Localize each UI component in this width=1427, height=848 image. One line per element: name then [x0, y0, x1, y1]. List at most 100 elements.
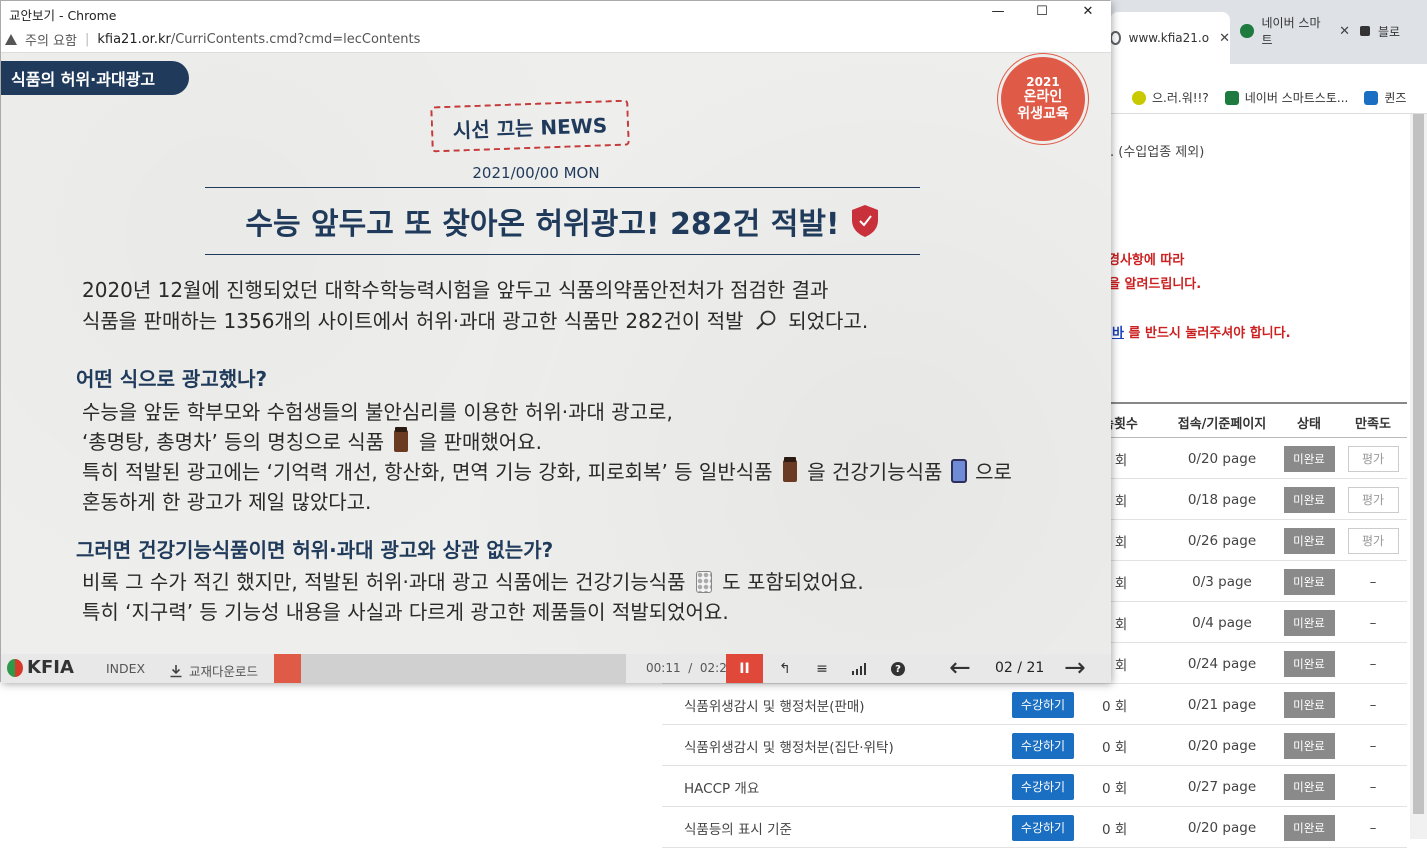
page-scrollbar[interactable]: [1410, 114, 1427, 839]
bookmark-icon: [1364, 90, 1379, 105]
close-icon[interactable]: ✕: [1219, 31, 1230, 46]
help-icon[interactable]: ?: [887, 658, 909, 680]
bookmark-item[interactable]: 퀸즈: [1364, 89, 1406, 106]
bookmark-icon: [1132, 90, 1146, 105]
food-bottle-icon: [394, 427, 409, 452]
answer-text: ‘총명탕, 총명차’ 등의 명칭으로 식품: [82, 430, 385, 454]
progress-bar[interactable]: [274, 654, 626, 683]
bookmark-item[interactable]: 네이버 스마트스토...: [1224, 89, 1348, 106]
replay-icon[interactable]: ↰: [774, 658, 796, 680]
notice-link[interactable]: 바: [1112, 326, 1124, 341]
bookmark-item[interactable]: 으.러.워!!?: [1132, 89, 1209, 106]
answer-paragraph: 비록 그 수가 적긴 했지만, 적발된 허위·과대 광고 식품에는 건강기능식품…: [82, 567, 864, 627]
answer-text: 특히 적발된 광고에는 ‘기억력 개선, 항산화, 면역 기능 강화, 피로회복…: [82, 460, 773, 484]
download-button[interactable]: 교재다운로드: [169, 661, 258, 680]
intro-text: 식품을 판매하는 1356개의 사이트에서 허위·과대 광고한 식품만 282건…: [82, 309, 744, 333]
news-date: 2021/00/00 MON: [472, 164, 600, 182]
pause-button[interactable]: II: [726, 654, 763, 683]
minimize-button[interactable]: —: [975, 1, 1021, 21]
kfia-mark-icon: [7, 658, 23, 677]
magnifier-icon: [756, 310, 776, 330]
state-cell: 미완료: [1277, 561, 1341, 602]
satisfaction-empty: –: [1369, 819, 1377, 836]
evaluate-button[interactable]: 평가: [1347, 527, 1399, 554]
study-button[interactable]: 수강하기: [1012, 773, 1074, 800]
status-badge: 미완료: [1283, 527, 1335, 554]
answer-text: 도 포함되었어요.: [722, 570, 864, 594]
pill-pack-icon: [695, 571, 712, 593]
next-page-arrow-icon[interactable]: →: [1064, 655, 1086, 681]
state-cell: 미완료: [1277, 479, 1341, 520]
state-cell: 미완료: [1277, 766, 1341, 807]
intro-line: 2020년 12월에 진행되었던 대학수학능력시험을 앞두고 식품의약품안전처가…: [82, 278, 829, 302]
answer-text: 을 판매했어요.: [418, 430, 542, 454]
tab-naver-smart[interactable]: 네이버 스마트 ✕: [1240, 12, 1350, 50]
time-display: 00:11 / 02:24: [646, 661, 735, 675]
tab-blog[interactable]: 블로: [1360, 12, 1427, 50]
satisfaction-cell: –: [1342, 643, 1404, 684]
divider: [205, 254, 920, 255]
study-button[interactable]: 수강하기: [1012, 691, 1074, 718]
blog-icon: [1360, 26, 1370, 36]
satisfaction-empty: –: [1369, 573, 1377, 590]
badge-year: 2021: [1026, 75, 1060, 89]
study-button-cell: 수강하기: [1012, 684, 1074, 725]
page-progress: 0/4 page: [1192, 614, 1252, 631]
address-bar[interactable]: 주의 요함 | kfia21.or.kr /CurriContents.cmd?…: [1, 27, 1111, 53]
study-button[interactable]: 수강하기: [1012, 732, 1074, 759]
menu-icon[interactable]: ≡: [811, 658, 833, 680]
intro-line: 식품을 판매하는 1356개의 사이트에서 허위·과대 광고한 식품만 282건…: [82, 306, 868, 337]
progress-fill: [274, 654, 301, 683]
tab-label: 블로: [1378, 24, 1401, 39]
evaluate-button[interactable]: 평가: [1347, 486, 1399, 513]
header-state: 상태: [1297, 416, 1321, 432]
course-title: 식품위생감시 및 행정처분(집단·위탁): [684, 739, 894, 756]
status-badge: 미완료: [1283, 486, 1335, 513]
access-count: 0 회: [1102, 739, 1128, 756]
badge-line1: 온라인: [1023, 89, 1063, 105]
badge-line2: 위생교육: [1017, 106, 1069, 122]
satisfaction-cell: –: [1342, 766, 1404, 807]
popup-titlebar[interactable]: 교안보기 - Chrome — ☐ ✕: [1, 1, 1111, 27]
evaluate-button[interactable]: 평가: [1347, 445, 1399, 472]
status-badge: 미완료: [1283, 609, 1335, 636]
satisfaction-empty: –: [1369, 655, 1377, 672]
page-progress: 0/20 page: [1187, 819, 1257, 836]
notice-text: 을 알려드립니다.: [1108, 277, 1202, 292]
table-row: 식품위생감시 및 행정처분(집단·위탁) 수강하기 0 회 0/20 page 미완료 –: [662, 725, 1407, 766]
scrollbar-thumb[interactable]: [1413, 114, 1424, 814]
answer-line: 수능을 앞둔 학부모와 수험생들의 불안심리를 이용한 허위·과대 광고로,: [82, 400, 673, 424]
page-total: 21: [1026, 660, 1045, 676]
status-badge: 미완료: [1283, 568, 1335, 595]
answer-line: 혼동하게 한 광고가 제일 많았다고.: [82, 490, 372, 514]
close-button[interactable]: ✕: [1065, 1, 1111, 21]
tab-kfia[interactable]: www.kfia21.o ✕: [1110, 12, 1230, 64]
status-badge: 미완료: [1283, 732, 1335, 759]
index-button[interactable]: INDEX: [106, 661, 145, 676]
close-icon[interactable]: ✕: [1339, 24, 1350, 39]
status-badge: 미완료: [1283, 691, 1335, 718]
maximize-button[interactable]: ☐: [1019, 1, 1065, 21]
shield-icon: [851, 205, 878, 237]
naver-icon: [1240, 24, 1254, 38]
answer-line: ‘총명탕, 총명차’ 등의 명칭으로 식품 을 판매했어요.: [82, 427, 1012, 457]
page-indicator: 02 / 21: [995, 660, 1045, 676]
course-title: 식품위생감시 및 행정처분(판매): [684, 698, 865, 715]
satisfaction-cell: –: [1342, 725, 1404, 766]
url-path: /CurriContents.cmd?cmd=lecContents: [170, 32, 421, 47]
security-warning[interactable]: 주의 요함: [25, 30, 77, 49]
notice-text: 경사항에 따라: [1108, 253, 1185, 268]
volume-icon[interactable]: [849, 658, 871, 680]
notice-text: 바 를 반드시 눌러주셔야 합니다.: [1112, 322, 1291, 341]
satisfaction-cell: 평가: [1342, 520, 1404, 561]
state-cell: 미완료: [1277, 643, 1341, 684]
answer-line: 비록 그 수가 적긴 했지만, 적발된 허위·과대 광고 식품에는 건강기능식품…: [82, 567, 864, 597]
header-satisfaction: 만족도: [1355, 416, 1391, 432]
online-education-badge: 2021 온라인 위생교육: [1001, 57, 1085, 141]
intro-paragraph: 2020년 12월에 진행되었던 대학수학능력시험을 앞두고 식품의약품안전처가…: [82, 275, 868, 337]
satisfaction-cell: 평가: [1342, 438, 1404, 479]
lecture-slide: 식품의 허위·과대광고 2021 온라인 위생교육 시선 끄는 NEWS 202…: [1, 53, 1111, 654]
prev-page-arrow-icon[interactable]: ←: [949, 655, 971, 681]
study-button-cell: 수강하기: [1012, 766, 1074, 807]
study-button[interactable]: 수강하기: [1012, 814, 1074, 841]
